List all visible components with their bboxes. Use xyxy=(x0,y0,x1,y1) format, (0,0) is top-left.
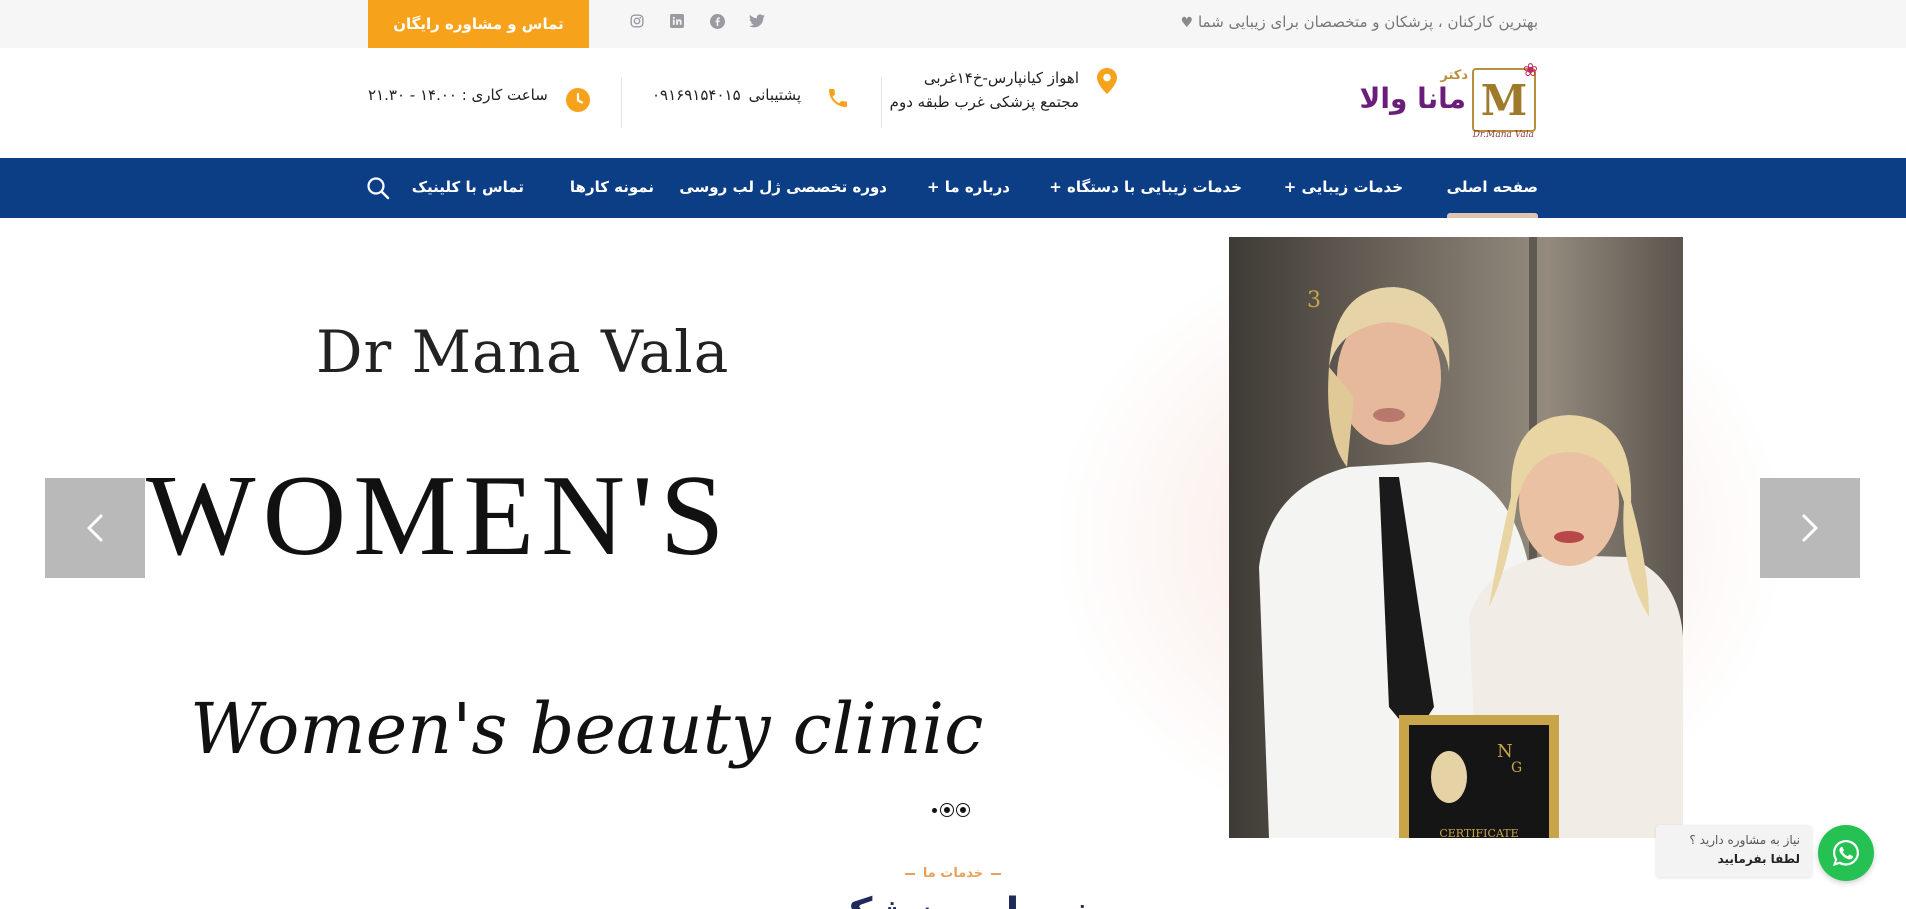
nav-item-contact[interactable]: تماس با کلینیک xyxy=(412,158,524,218)
phone-icon xyxy=(829,89,847,107)
rose-icon: ❀ xyxy=(1522,60,1538,81)
facebook-icon[interactable] xyxy=(708,12,726,30)
logo-title: مانا والا xyxy=(1359,82,1466,115)
working-hours: ساعت کاری : ۱۴.۰۰ - ۲۱.۳۰ xyxy=(368,78,548,112)
certificate-caption: CERTIFICATE xyxy=(1439,827,1518,838)
hero-title-line3: Women's beauty clinic xyxy=(190,688,984,770)
nav-item-about[interactable]: درباره ما + xyxy=(927,158,1010,218)
svg-text:G: G xyxy=(1511,760,1522,776)
slider-prev-button[interactable] xyxy=(45,478,145,578)
twitter-icon[interactable] xyxy=(748,12,766,30)
location-pin-icon xyxy=(1097,68,1117,94)
logo-subtitle: Dr.Mana Vala xyxy=(1472,130,1534,140)
slider-dot[interactable] xyxy=(957,804,969,816)
tagline-text: بهترین کارکنان ، پزشکان و متخصصان برای ز… xyxy=(1197,13,1538,31)
clock-icon xyxy=(566,88,590,112)
slider-dot[interactable] xyxy=(932,807,937,813)
top-bar: بهترین کارکنان ، پزشکان و متخصصان برای ز… xyxy=(0,0,1906,48)
working-hours-text: ساعت کاری : ۱۴.۰۰ - ۲۱.۳۰ xyxy=(368,86,548,104)
logo-title-small: دکتر xyxy=(1440,68,1468,83)
section-kicker-text: خدمات ما xyxy=(922,866,984,881)
nav-item-portfolio[interactable]: نمونه کارها xyxy=(570,158,654,218)
section-kicker: خدمات ما xyxy=(0,866,1906,881)
whatsapp-line2: لطفا بفرمایید xyxy=(1717,852,1800,866)
address-info: اهواز کیانپارس-خ۱۴غربی مجتمع پزشکی غرب ط… xyxy=(889,66,1117,114)
instagram-icon[interactable] xyxy=(628,12,646,30)
hero-slider: Dr Mana Vala WOMEN'S Women's beauty clin… xyxy=(0,218,1906,858)
whatsapp-icon[interactable] xyxy=(1818,825,1874,881)
nav-item-device-services[interactable]: خدمات زیبایی با دستگاه + xyxy=(1049,158,1242,218)
nav-item-lip-gel-course[interactable]: دوره تخصصی ژل لب روسی xyxy=(679,158,887,218)
kicker-dash xyxy=(991,872,1002,875)
slider-dot[interactable] xyxy=(941,804,953,816)
support-phone[interactable]: پشتیبانی ۰۹۱۶۹۱۵۴۰۱۵ xyxy=(652,78,801,112)
photo-number: 3 xyxy=(1307,288,1321,313)
search-icon[interactable] xyxy=(366,176,390,200)
svg-text:N: N xyxy=(1497,741,1513,762)
linkedin-icon[interactable] xyxy=(668,12,686,30)
slider-next-button[interactable] xyxy=(1760,478,1860,578)
header: M ❀ دکتر مانا والا Dr.Mana Vala اهواز کی… xyxy=(0,48,1906,158)
section-title: خدمات پزشکی xyxy=(0,890,1906,909)
slider-dots xyxy=(932,804,969,816)
support-label: پشتیبانی xyxy=(748,86,802,104)
nav-item-beauty-services[interactable]: خدمات زیبایی + xyxy=(1284,158,1403,218)
phone-number[interactable]: ۰۹۱۶۹۱۵۴۰۱۵ xyxy=(652,86,741,104)
hero-title-line2: WOMEN'S xyxy=(146,452,732,580)
whatsapp-bubble[interactable]: نیاز به مشاوره دارید ؟ لطفا بفرمایید xyxy=(1656,825,1812,877)
divider xyxy=(881,78,882,128)
address-text: اهواز کیانپارس-خ۱۴غربی مجتمع پزشکی غرب ط… xyxy=(889,69,1079,111)
hero-photo: N G CERTIFICATE 3 xyxy=(1229,237,1683,838)
main-nav: صفحه اصلی خدمات زیبایی + خدمات زیبایی با… xyxy=(0,158,1906,218)
site-logo[interactable]: M ❀ دکتر مانا والا Dr.Mana Vala xyxy=(1358,60,1538,140)
kicker-dash xyxy=(904,872,915,875)
nav-item-home[interactable]: صفحه اصلی xyxy=(1446,158,1539,218)
whatsapp-line1: نیاز به مشاوره دارید ؟ xyxy=(1689,833,1800,847)
hero-title-line1: Dr Mana Vala xyxy=(316,318,730,386)
divider xyxy=(621,78,622,128)
free-consultation-button[interactable]: تماس و مشاوره رایگان xyxy=(368,0,589,48)
tagline: بهترین کارکنان ، پزشکان و متخصصان برای ز… xyxy=(1181,0,1538,48)
heart-icon: ♥ xyxy=(1180,15,1194,31)
